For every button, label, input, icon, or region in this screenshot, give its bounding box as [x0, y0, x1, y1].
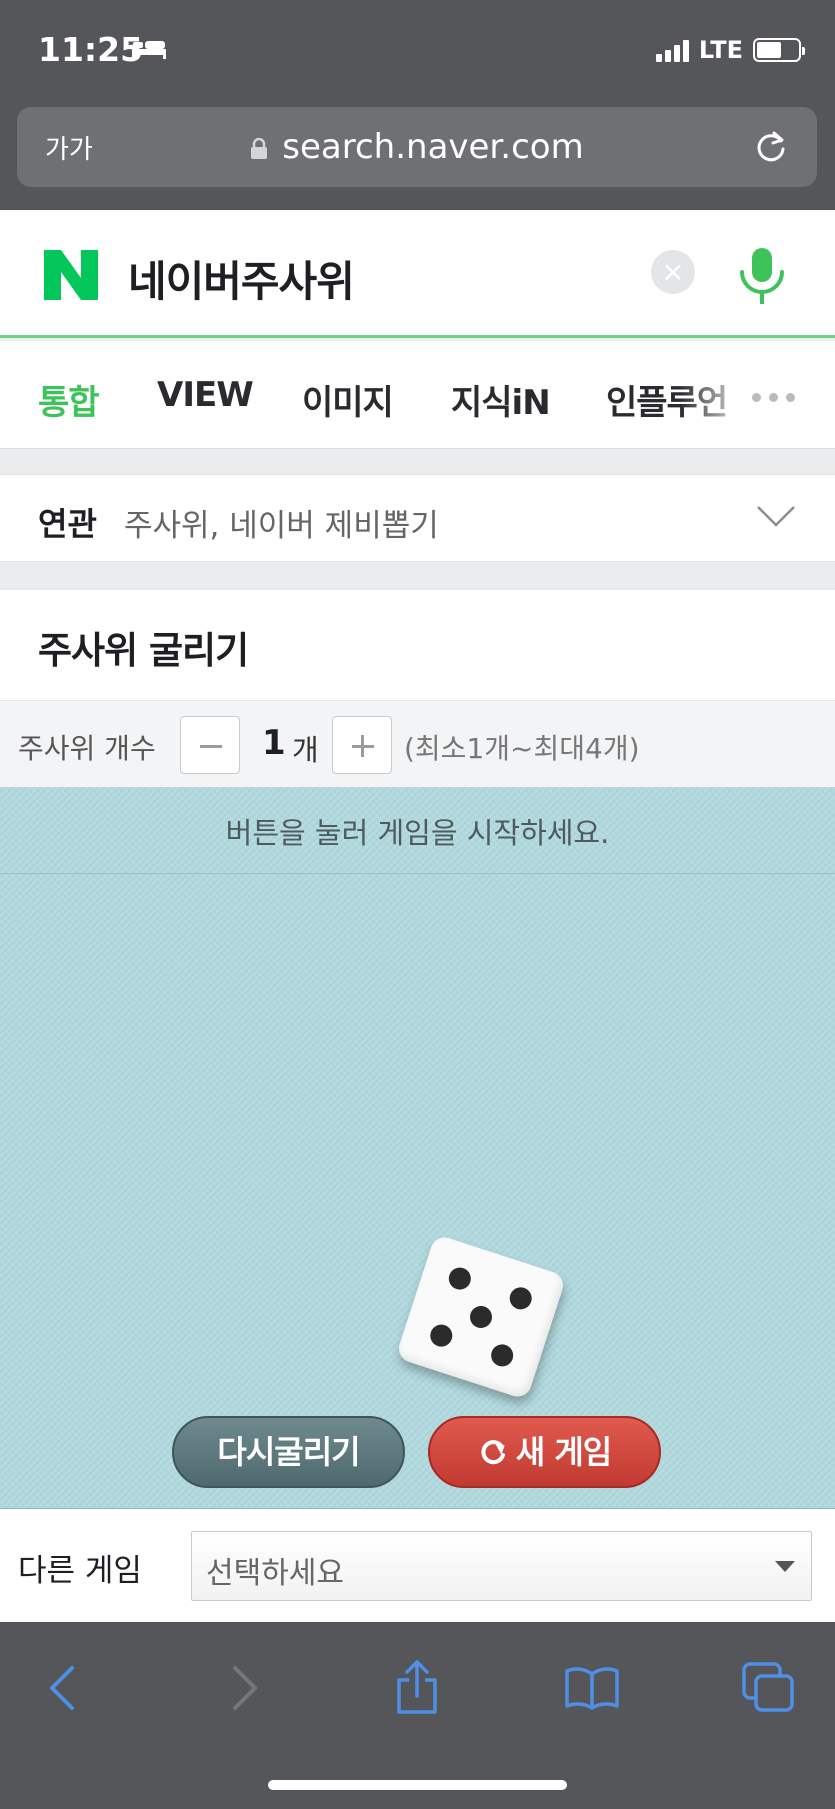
signal-icon — [655, 38, 689, 62]
back-icon[interactable] — [36, 1660, 92, 1716]
select-value: 선택하세요 — [206, 1556, 344, 1591]
die[interactable] — [395, 1233, 567, 1401]
new-game-label: 새 게임 — [515, 1433, 612, 1471]
chevron-down-icon[interactable] — [756, 505, 796, 529]
battery-icon — [753, 38, 805, 62]
browser-toolbar — [0, 1622, 835, 1809]
dice-count-value: 1 — [262, 723, 286, 763]
tab-all[interactable]: 통합 — [38, 375, 100, 424]
other-game-row: 다른 게임 선택하세요 — [0, 1508, 835, 1622]
dice-count-label: 주사위 개수 — [18, 732, 156, 765]
url-text: search.naver.com — [282, 127, 584, 167]
lock-icon — [251, 138, 268, 159]
naver-logo[interactable] — [44, 250, 98, 300]
other-game-label: 다른 게임 — [18, 1553, 142, 1589]
reroll-button[interactable]: 다시굴리기 — [172, 1416, 405, 1488]
other-game-select[interactable]: 선택하세요 — [191, 1531, 812, 1601]
home-indicator[interactable] — [268, 1780, 567, 1790]
tab-view[interactable]: VIEW — [157, 375, 254, 415]
share-icon[interactable] — [389, 1660, 445, 1716]
search-query[interactable]: 네이버주사위 — [128, 248, 355, 309]
die-pip — [467, 1303, 495, 1331]
forward-icon[interactable] — [215, 1660, 271, 1716]
refresh-icon — [481, 1440, 505, 1465]
sleep-mode-icon — [132, 41, 166, 59]
url-field[interactable]: search.naver.com — [17, 127, 817, 167]
related-searches[interactable]: 연관 주사위, 네이버 제비뽑기 — [0, 474, 835, 562]
microphone-icon[interactable] — [736, 246, 788, 306]
tab-images[interactable]: 이미지 — [302, 375, 394, 424]
clear-search-icon[interactable]: × — [651, 250, 695, 294]
status-time: 11:25 — [38, 30, 144, 69]
widget-title: 주사위 굴리기 — [38, 629, 249, 672]
page-content: 네이버주사위 × 통합 VIEW 이미지 지식iN 인플루언 연관 주사위, 네… — [0, 210, 835, 1622]
network-type: LTE — [698, 36, 743, 64]
reload-icon[interactable] — [753, 129, 789, 165]
tabs-icon[interactable] — [740, 1660, 796, 1716]
status-bar: 11:25 LTE — [0, 0, 835, 100]
die-pip — [488, 1341, 516, 1370]
more-tabs-icon[interactable] — [752, 393, 795, 402]
search-header: 네이버주사위 × — [0, 210, 835, 338]
dice-board: 버튼을 눌러 게임을 시작하세요. 다시굴리기 새 게임 — [0, 788, 835, 1508]
address-bar[interactable]: 가가 search.naver.com — [17, 107, 817, 187]
die-pip — [506, 1284, 535, 1313]
die-pip — [446, 1264, 474, 1293]
game-message: 버튼을 눌러 게임을 시작하세요. — [225, 816, 610, 850]
tab-knowledge-in[interactable]: 지식iN — [451, 375, 551, 424]
dice-count-row: 주사위 개수 1 개 (최소1개~최대4개) — [0, 700, 835, 788]
dropdown-arrow-icon — [775, 1561, 795, 1572]
dice-count-unit: 개 — [292, 733, 319, 767]
increase-button[interactable] — [332, 716, 392, 774]
related-label: 연관 — [38, 505, 97, 543]
bookmarks-icon[interactable] — [564, 1660, 620, 1716]
decrease-button[interactable] — [180, 716, 240, 774]
search-tabs: 통합 VIEW 이미지 지식iN 인플루언 — [0, 341, 835, 449]
new-game-button[interactable]: 새 게임 — [428, 1416, 661, 1488]
die-pip — [427, 1321, 456, 1350]
dice-widget: 주사위 굴리기 주사위 개수 1 개 (최소1개~최대4개) 버튼을 눌러 게임… — [0, 590, 835, 1622]
dice-count-range: (최소1개~최대4개) — [404, 732, 640, 765]
related-keywords[interactable]: 주사위, 네이버 제비뽑기 — [124, 500, 439, 545]
